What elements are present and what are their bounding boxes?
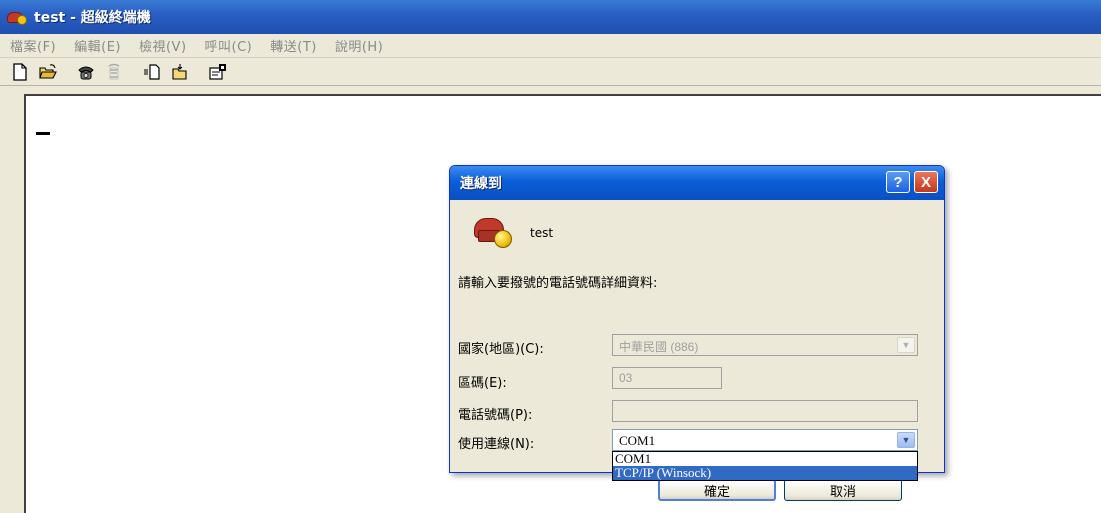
country-value: 中華民國 (886) [619, 340, 699, 354]
area-code-label: 區碼(E): [458, 376, 507, 391]
chevron-down-icon[interactable]: ▼ [897, 337, 915, 353]
menu-help[interactable]: 說明(H) [335, 36, 383, 55]
area-code-value: 03 [619, 371, 633, 385]
connection-icon [474, 216, 514, 248]
connect-using-dropdown: COM1 TCP/IP (Winsock) [612, 451, 918, 481]
instruction-text: 請輸入要撥號的電話號碼詳細資料: [458, 276, 658, 291]
menu-file[interactable]: 檔案(F) [10, 36, 56, 55]
dialog-body: test 請輸入要撥號的電話號碼詳細資料: 國家(地區)(C): 中華民國 (8… [450, 200, 944, 501]
properties-icon[interactable] [206, 61, 230, 83]
disconnect-icon[interactable] [102, 61, 126, 83]
connect-using-label: 使用連線(N): [458, 437, 535, 452]
menu-edit[interactable]: 編輯(E) [74, 36, 121, 55]
cancel-button[interactable]: 取消 [784, 479, 902, 501]
menu-bar: 檔案(F) 編輯(E) 檢視(V) 呼叫(C) 轉送(T) 說明(H) [0, 34, 1101, 58]
terminal-cursor [36, 132, 50, 135]
connect-using-value: COM1 [619, 433, 656, 448]
menu-call[interactable]: 呼叫(C) [205, 36, 253, 55]
option-tcpip[interactable]: TCP/IP (Winsock) [613, 466, 917, 480]
call-icon[interactable] [74, 61, 98, 83]
connect-to-dialog: 連線到 ? X test 請輸入要撥號的電話號碼詳細資料: 國家(地區)(C):… [449, 165, 945, 501]
dialog-title: 連線到 [460, 176, 502, 192]
hyperterminal-icon [6, 8, 28, 26]
phone-number-label: 電話號碼(P): [458, 408, 533, 423]
connection-name: test [530, 226, 554, 240]
open-icon[interactable] [36, 61, 60, 83]
country-label: 國家(地區)(C): [458, 342, 544, 357]
area-code-field[interactable]: 03 [612, 367, 722, 389]
menu-transfer[interactable]: 轉送(T) [270, 36, 317, 55]
option-com1[interactable]: COM1 [613, 452, 917, 466]
ok-button[interactable]: 確定 [658, 479, 776, 501]
country-select[interactable]: 中華民國 (886) ▼ [612, 334, 918, 356]
help-button[interactable]: ? [886, 171, 910, 193]
send-icon[interactable] [140, 61, 164, 83]
menu-view[interactable]: 檢視(V) [139, 36, 187, 55]
phone-number-field[interactable] [612, 400, 918, 422]
window-title: test - 超級終端機 [34, 10, 151, 26]
connect-using-select[interactable]: COM1 ▼ [612, 429, 918, 451]
dialog-titlebar[interactable]: 連線到 ? X [450, 166, 944, 200]
close-button[interactable]: X [914, 171, 938, 193]
chevron-down-icon[interactable]: ▼ [897, 432, 915, 448]
receive-icon[interactable] [168, 61, 192, 83]
new-icon[interactable] [8, 61, 32, 83]
toolbar [0, 58, 1101, 86]
window-titlebar[interactable]: test - 超級終端機 [0, 0, 1101, 34]
